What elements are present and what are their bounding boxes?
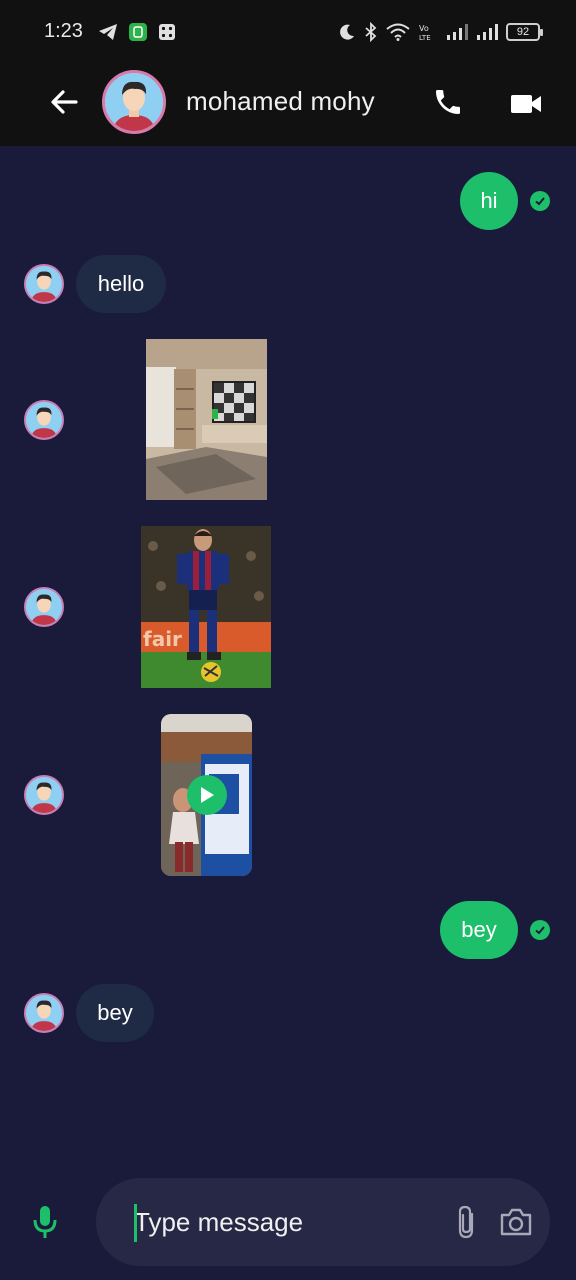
wifi-icon — [386, 23, 410, 41]
voice-record-button[interactable] — [28, 1202, 62, 1242]
sender-avatar[interactable] — [24, 400, 64, 440]
video-camera-icon — [511, 95, 541, 113]
avatar-illustration — [26, 266, 62, 302]
bluetooth-icon — [365, 22, 377, 42]
avatar-illustration — [105, 73, 163, 131]
read-check-icon — [530, 920, 550, 940]
outgoing-message-bubble[interactable]: hi — [460, 172, 518, 230]
outgoing-message-bubble[interactable]: bey — [440, 901, 518, 959]
text-cursor — [134, 1204, 137, 1242]
dice-icon — [159, 24, 175, 40]
sender-avatar[interactable] — [24, 264, 64, 304]
app-icon — [129, 23, 147, 41]
arrow-left-icon — [51, 90, 78, 114]
avatar-illustration — [26, 777, 62, 813]
status-time: 1:23 — [44, 20, 83, 42]
status-bar: 1:23 Vo LTE 92 — [0, 0, 576, 66]
read-check-icon — [530, 191, 550, 211]
play-icon — [201, 787, 214, 803]
sender-avatar[interactable] — [24, 775, 64, 815]
svg-text:Vo: Vo — [419, 24, 429, 33]
battery-level: 92 — [516, 26, 530, 38]
contact-name[interactable]: mohamed mohy — [186, 86, 375, 117]
video-message[interactable] — [161, 714, 252, 876]
signal-icon — [477, 24, 498, 40]
svg-text:LTE: LTE — [419, 34, 431, 42]
contact-avatar[interactable] — [102, 70, 166, 134]
telegram-icon — [99, 24, 117, 40]
attach-button[interactable] — [450, 1202, 482, 1242]
incoming-message-bubble[interactable]: hello — [76, 255, 166, 313]
camera-icon — [500, 1208, 532, 1236]
video-call-button[interactable] — [506, 84, 546, 124]
football-player-image: fair — [141, 526, 271, 688]
image-message[interactable]: fair — [141, 526, 271, 688]
back-button[interactable] — [46, 84, 82, 120]
phone-icon — [436, 90, 460, 114]
sender-avatar[interactable] — [24, 993, 64, 1033]
svg-text:fair: fair — [143, 627, 182, 651]
volte-icon: VoLTE — [419, 24, 431, 42]
message-text: bey — [461, 917, 497, 942]
play-button[interactable] — [187, 775, 227, 815]
avatar-illustration — [26, 995, 62, 1031]
message-input[interactable] — [134, 1202, 434, 1242]
sender-avatar[interactable] — [24, 587, 64, 627]
image-message[interactable] — [146, 339, 267, 500]
incoming-message-bubble[interactable]: bey — [76, 984, 154, 1042]
message-text: bey — [97, 1000, 133, 1025]
camera-button[interactable] — [498, 1204, 534, 1240]
avatar-illustration — [26, 402, 62, 438]
chat-header: mohamed mohy — [0, 66, 576, 146]
moon-icon — [340, 24, 354, 40]
battery-icon: 92 — [506, 23, 543, 41]
voice-call-button[interactable] — [428, 82, 468, 122]
message-text: hi — [480, 188, 498, 213]
avatar-illustration — [26, 589, 62, 625]
room-image — [146, 339, 267, 500]
paperclip-icon — [458, 1205, 474, 1239]
message-text: hello — [97, 271, 145, 296]
signal-icon — [447, 24, 468, 40]
message-composer — [96, 1178, 550, 1266]
microphone-icon — [33, 1206, 57, 1238]
